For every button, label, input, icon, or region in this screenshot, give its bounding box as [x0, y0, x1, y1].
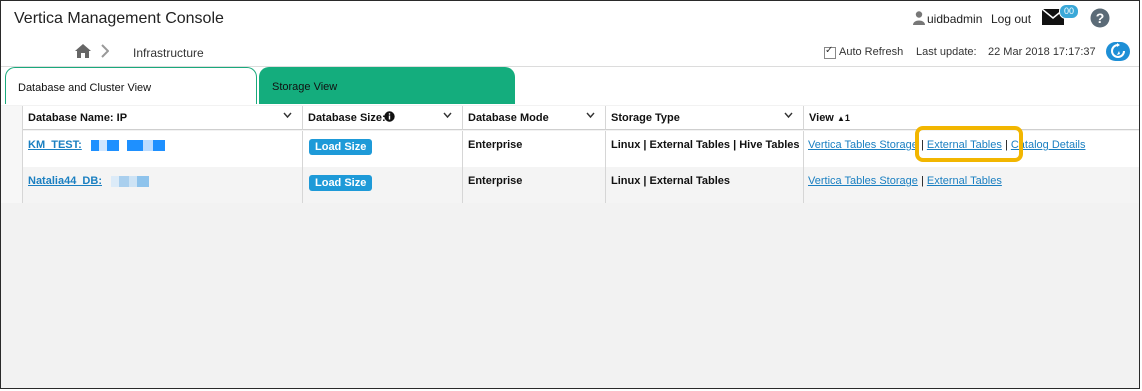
- auto-refresh-label: Auto Refresh: [839, 46, 904, 58]
- tab-database-cluster-view[interactable]: Database and Cluster View: [5, 67, 257, 104]
- info-icon: [384, 111, 395, 122]
- column-header-label: Database Size:: [308, 112, 386, 124]
- database-mode: Enterprise: [468, 139, 523, 151]
- db-name-wrap: Natalia44_DB:: [28, 175, 150, 187]
- column-header-label: View: [809, 112, 834, 124]
- column-header-label: Database Name: IP: [28, 112, 128, 124]
- user-name: uidbadmin: [927, 12, 983, 26]
- vertica-tables-storage-link[interactable]: Vertica Tables Storage: [808, 175, 918, 187]
- external-tables-link[interactable]: External Tables: [927, 139, 1002, 151]
- cell-view: Vertica Tables Storage | External Tables: [804, 167, 1139, 203]
- chevron-down-icon: [586, 112, 595, 119]
- cell-storage-type: Linux | External Tables: [606, 167, 804, 203]
- refresh-button[interactable]: [1106, 42, 1130, 61]
- view-tabs: Database and Cluster View Storage View: [1, 67, 1139, 105]
- home-icon[interactable]: [75, 44, 91, 58]
- load-size-button[interactable]: Load Size: [309, 139, 373, 155]
- vertica-tables-storage-link[interactable]: Vertica Tables Storage: [808, 139, 918, 151]
- column-header-view-wrap: View ▲1: [809, 112, 850, 124]
- svg-text:?: ?: [1096, 10, 1105, 26]
- column-header-database-size[interactable]: Database Size:: [303, 106, 463, 130]
- cell-database-size: Load Size: [303, 167, 463, 203]
- chevron-down-icon: [283, 112, 292, 119]
- db-name-wrap: KM_TEST:: [28, 139, 165, 151]
- database-mode: Enterprise: [468, 175, 523, 187]
- cell-storage-type: Linux | External Tables | Hive Tables: [606, 131, 804, 167]
- view-links: Vertica Tables Storage | External Tables: [808, 175, 1002, 187]
- cell-database-name: Natalia44_DB:: [23, 167, 303, 203]
- app-title: Vertica Management Console: [14, 10, 224, 27]
- chevron-down-icon: [443, 112, 452, 119]
- row-gutter: [1, 106, 23, 203]
- cell-database-size: Load Size: [303, 131, 463, 167]
- tab-storage-view[interactable]: Storage View: [259, 67, 515, 104]
- storage-type: Linux | External Tables: [611, 175, 731, 187]
- last-update-label: Last update:: [916, 46, 977, 58]
- redacted-ip: [105, 175, 150, 187]
- column-header-label: Database Mode: [468, 112, 549, 124]
- column-header-label: Storage Type: [611, 112, 680, 124]
- catalog-details-link[interactable]: Catalog Details: [1011, 139, 1086, 151]
- tab-label: Storage View: [272, 81, 338, 93]
- cell-database-mode: Enterprise: [463, 131, 606, 167]
- tab-label: Database and Cluster View: [18, 82, 152, 94]
- external-tables-link[interactable]: External Tables: [927, 175, 1002, 187]
- redacted-ip: [84, 139, 165, 151]
- sort-order-number: 1: [844, 113, 850, 123]
- database-link[interactable]: Natalia44_DB:: [28, 175, 102, 187]
- cell-database-mode: Enterprise: [463, 167, 606, 203]
- app-window: Vertica Management Console uidbadmin Log…: [0, 0, 1140, 389]
- breadcrumb-current: Infrastructure: [133, 46, 204, 60]
- database-link[interactable]: KM_TEST:: [28, 139, 82, 151]
- breadcrumb-bar: Infrastructure Auto Refresh Last update:…: [1, 38, 1139, 67]
- top-bar: Vertica Management Console uidbadmin Log…: [1, 1, 1139, 39]
- load-size-button[interactable]: Load Size: [309, 175, 373, 191]
- sort-ascending-icon: ▲: [836, 114, 845, 123]
- user-icon: [913, 11, 925, 25]
- column-header-view[interactable]: View ▲1: [804, 106, 1139, 130]
- last-update-value: 22 Mar 2018 17:17:37: [988, 46, 1096, 58]
- cell-view: Vertica Tables Storage | External Tables…: [804, 131, 1139, 167]
- refresh-icon: [1111, 43, 1125, 58]
- notification-badge: 00: [1059, 4, 1079, 19]
- cell-database-name: KM_TEST:: [23, 131, 303, 167]
- column-header-storage-type[interactable]: Storage Type: [606, 106, 804, 130]
- chevron-right-icon: [101, 44, 109, 58]
- view-links: Vertica Tables Storage | External Tables…: [808, 139, 1085, 151]
- chevron-down-icon: [784, 112, 793, 119]
- storage-type: Linux | External Tables | Hive Tables: [611, 139, 800, 151]
- column-header-database-name[interactable]: Database Name: IP: [23, 106, 303, 130]
- logout-link[interactable]: Log out: [991, 12, 1031, 26]
- help-icon[interactable]: ?: [1090, 8, 1110, 28]
- column-header-database-mode[interactable]: Database Mode: [463, 106, 606, 130]
- auto-refresh-checkbox[interactable]: [824, 45, 836, 59]
